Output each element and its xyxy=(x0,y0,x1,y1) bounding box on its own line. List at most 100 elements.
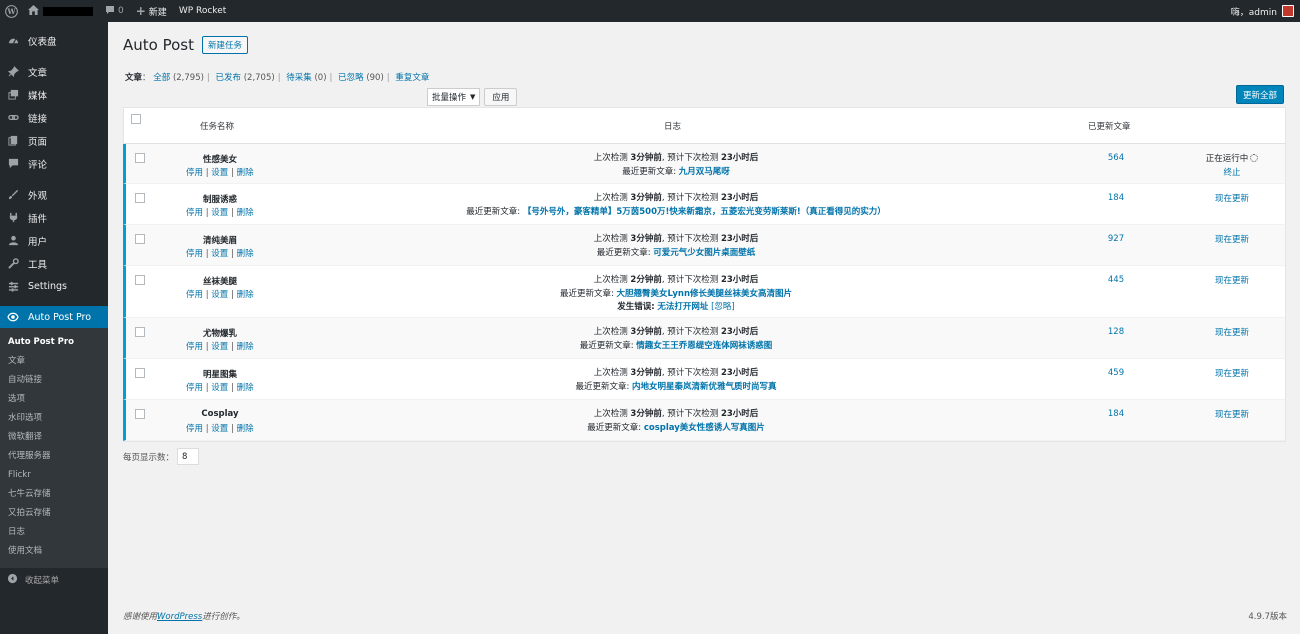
sidebar-item-label: 链接 xyxy=(28,113,48,125)
latest-post-link[interactable]: 内地女明星秦岚清新优雅气质时尚写真 xyxy=(632,382,777,392)
next-check-label: , 预计下次检测 xyxy=(661,153,719,163)
next-check-time: 23小时后 xyxy=(720,275,759,285)
per-page-control: 每页显示数： 8 xyxy=(123,448,200,465)
filter-published[interactable]: 已发布 xyxy=(216,73,242,83)
error-url-link[interactable]: 无法打开网址 xyxy=(657,302,708,312)
last-check-time: 3分钟前 xyxy=(630,193,662,203)
bulk-action-select[interactable]: 批量操作 ▼ xyxy=(427,88,481,106)
sidebar-item-dashboard[interactable]: 仪表盘 xyxy=(0,29,108,52)
latest-post-link[interactable]: 情趣女王王乔恩缇空连体网袜诱惑图 xyxy=(636,341,772,351)
latest-post-link[interactable]: 大胆翘臀美女Lynn修长美腿丝袜美女高清图片 xyxy=(617,289,793,299)
filter-pending[interactable]: 待采集 xyxy=(286,73,312,83)
update-now-link[interactable]: 现在更新 xyxy=(1215,235,1249,245)
update-now-link[interactable]: 现在更新 xyxy=(1215,194,1249,204)
submenu-item-logs[interactable]: 日志 xyxy=(0,523,108,542)
task-status: 现在更新 xyxy=(1176,193,1288,207)
sidebar-item-users[interactable]: 用户 xyxy=(0,229,108,252)
submenu-item-watermark[interactable]: 水印选项 xyxy=(0,409,108,428)
sidebar-item-links[interactable]: 链接 xyxy=(0,106,108,129)
updated-count-link[interactable]: 564 xyxy=(1096,153,1136,163)
submenu-item-qiniu[interactable]: 七牛云存储 xyxy=(0,485,108,504)
latest-post-link[interactable]: cosplay美女性感诱人写真图片 xyxy=(644,423,765,433)
next-check-label: , 预计下次检测 xyxy=(661,275,719,285)
latest-post-link[interactable]: 【号外号外，豪客精单】5万茵500万!快来新霜京，五菱宏光变劳斯莱斯!（真正看得… xyxy=(523,207,886,217)
filter-pending-count: (0) xyxy=(314,73,327,83)
column-header-name: 任务名称 xyxy=(200,122,235,132)
comments-link[interactable]: 0 xyxy=(99,0,130,22)
update-now-link[interactable]: 现在更新 xyxy=(1215,410,1249,420)
sidebar-item-comments[interactable]: 评论 xyxy=(0,152,108,175)
filter-ignored[interactable]: 已忽略 xyxy=(338,73,364,83)
last-check-time: 3分钟前 xyxy=(630,153,662,163)
ignore-error-link[interactable]: [忽略] xyxy=(711,302,735,312)
update-now-link[interactable]: 现在更新 xyxy=(1215,369,1249,379)
sidebar-item-appearance[interactable]: 外观 xyxy=(0,183,108,206)
next-check-time: 23小时后 xyxy=(720,409,759,419)
updated-count-link[interactable]: 459 xyxy=(1096,368,1136,378)
link-icon xyxy=(7,112,19,124)
sidebar-item-tools[interactable]: 工具 xyxy=(0,252,108,275)
wp-rocket-link[interactable]: WP Rocket xyxy=(173,0,232,22)
updated-count-link[interactable]: 184 xyxy=(1096,409,1136,419)
next-check-time: 23小时后 xyxy=(720,327,759,337)
task-log: 上次检测 3分钟前, 预计下次检测 23小时后 最近更新文章: 内地女明星秦岚清新… xyxy=(126,367,1226,394)
next-check-label: , 预计下次检测 xyxy=(661,368,719,378)
collapse-menu-button[interactable]: 收起菜单 xyxy=(0,568,108,592)
submenu-item-auto-link[interactable]: 自动链接 xyxy=(0,371,108,390)
submenu-item-auto-post-pro[interactable]: Auto Post Pro xyxy=(0,333,108,352)
update-now-link[interactable]: 现在更新 xyxy=(1215,328,1249,338)
submenu-item-flickr[interactable]: Flickr xyxy=(0,466,108,485)
task-log: 上次检测 3分钟前, 预计下次检测 23小时后 最近更新文章: 可爱元气少女图片桌… xyxy=(126,233,1226,260)
sidebar-item-label: 媒体 xyxy=(28,90,48,102)
sidebar-item-label: 仪表盘 xyxy=(28,36,57,48)
updated-count-link[interactable]: 927 xyxy=(1096,234,1136,244)
submenu-item-posts[interactable]: 文章 xyxy=(0,352,108,371)
table-row: 清纯美眉 停用 | 设置 | 删除 上次检测 3分钟前, 预计下次检测 23小时后最… xyxy=(123,225,1285,266)
updated-count-link[interactable]: 128 xyxy=(1096,327,1136,337)
submenu-item-proxy[interactable]: 代理服务器 xyxy=(0,447,108,466)
sidebar-item-plugins[interactable]: 插件 xyxy=(0,206,108,229)
settings-icon xyxy=(7,281,19,293)
add-new-task-button[interactable]: 新建任务 xyxy=(201,36,248,54)
site-home-link[interactable] xyxy=(22,0,99,22)
select-all-checkbox[interactable] xyxy=(131,114,141,124)
updated-count-link[interactable]: 184 xyxy=(1096,193,1136,203)
filter-ignored-count: (90) xyxy=(366,73,384,83)
wordpress-logo-icon[interactable]: W xyxy=(0,0,22,22)
latest-post-link[interactable]: 可爱元气少女图片桌面壁纸 xyxy=(653,248,755,258)
submenu-item-upyun[interactable]: 又拍云存储 xyxy=(0,504,108,523)
wordpress-link[interactable]: WordPress xyxy=(157,612,202,622)
pin-icon xyxy=(7,66,19,78)
wrench-icon xyxy=(7,258,19,270)
next-check-label: , 预计下次检测 xyxy=(661,193,719,203)
comments-count: 0 xyxy=(118,6,124,16)
submenu-item-options[interactable]: 选项 xyxy=(0,390,108,409)
update-all-button[interactable]: 更新全部 xyxy=(1236,85,1285,104)
autopost-icon xyxy=(7,311,19,323)
filter-duplicate[interactable]: 重复文章 xyxy=(395,73,429,83)
task-status: 现在更新 xyxy=(1176,234,1288,248)
filter-all[interactable]: 全部 xyxy=(153,73,170,83)
updated-count-link[interactable]: 445 xyxy=(1096,275,1136,285)
new-content-link[interactable]: + 新建 xyxy=(130,0,173,22)
filter-published-count: (2,705) xyxy=(243,73,275,83)
spinner-icon xyxy=(1250,154,1259,162)
per-page-input[interactable]: 8 xyxy=(177,448,200,465)
sidebar-item-label: 插件 xyxy=(28,213,48,225)
sidebar-item-posts[interactable]: 文章 xyxy=(0,60,108,83)
update-now-link[interactable]: 现在更新 xyxy=(1215,276,1249,286)
latest-label: 最近更新文章: xyxy=(579,340,634,351)
stop-task-link[interactable]: 终止 xyxy=(1223,168,1240,178)
latest-post-link[interactable]: 九月双马尾呀 xyxy=(679,167,730,177)
sidebar-item-auto-post-pro[interactable]: Auto Post Pro xyxy=(0,306,108,328)
sidebar-item-media[interactable]: 媒体 xyxy=(0,83,108,106)
task-log: 上次检测 2分钟前, 预计下次检测 23小时后 最近更新文章: 大胆翘臀美女Lyn… xyxy=(126,274,1226,315)
my-account-link[interactable]: 嗨，admin xyxy=(1225,0,1300,22)
submenu-item-microsoft-translate[interactable]: 微软翻译 xyxy=(0,428,108,447)
comment-icon xyxy=(7,158,19,170)
apply-button[interactable]: 应用 xyxy=(484,88,518,106)
next-check-time: 23小时后 xyxy=(720,368,759,378)
submenu-item-docs[interactable]: 使用文档 xyxy=(0,542,108,561)
sidebar-item-pages[interactable]: 页面 xyxy=(0,129,108,152)
sidebar-item-settings[interactable]: Settings xyxy=(0,275,108,298)
